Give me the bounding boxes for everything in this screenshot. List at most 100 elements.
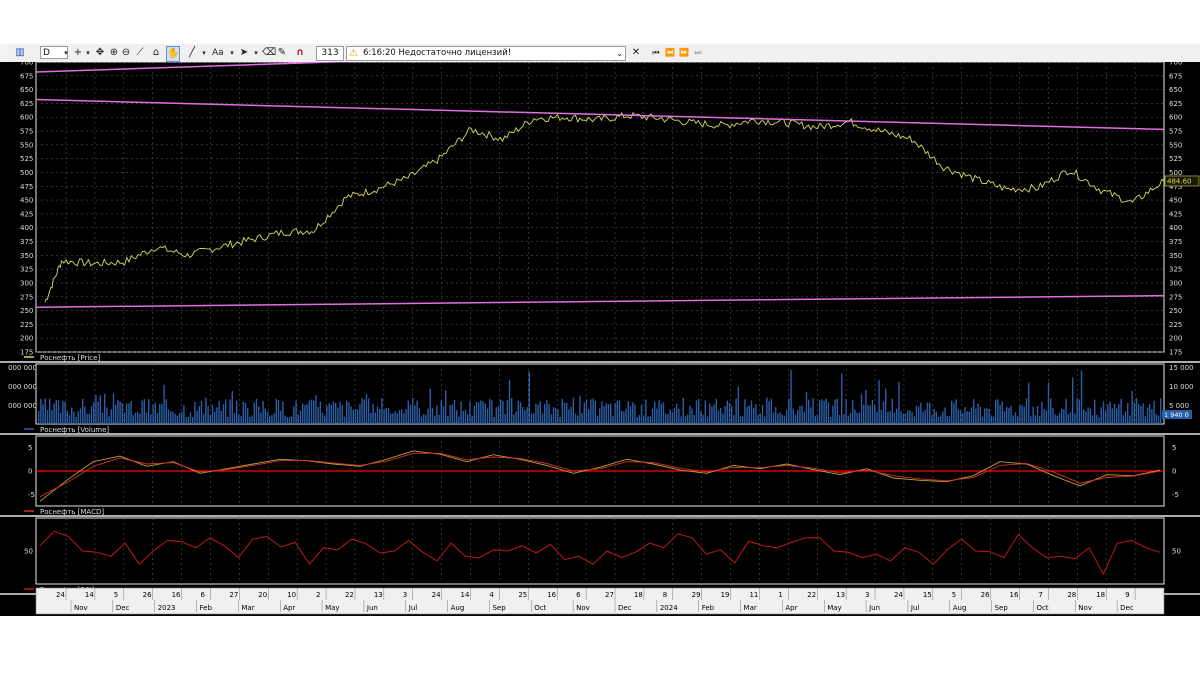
volume-bar [1091, 415, 1094, 424]
volume-bar [698, 398, 700, 424]
volume-bar [775, 407, 777, 424]
price-axis-tick-right: 450 [1169, 197, 1182, 205]
line-tool-icon[interactable]: ╱ [186, 46, 198, 60]
volume-bar [453, 399, 456, 424]
volume-bar [218, 400, 220, 424]
paint-icon[interactable]: ✎ [276, 46, 288, 60]
volume-bar [253, 402, 255, 424]
chevron-down-icon[interactable]: ▾ [198, 46, 210, 60]
volume-bar [709, 403, 711, 424]
volume-bar [326, 406, 328, 424]
volume-bar [621, 410, 623, 424]
chevron-down-icon[interactable]: ▾ [226, 46, 238, 60]
volume-bar [192, 417, 194, 424]
date-axis-month-label: Oct [534, 604, 546, 612]
volume-bar [57, 400, 60, 424]
volume-bar [533, 413, 535, 424]
volume-bar [467, 414, 469, 424]
chevron-down-icon[interactable]: ▾ [250, 46, 262, 60]
warning-icon: ⚠ [349, 48, 358, 59]
volume-bar [1076, 397, 1078, 424]
volume-bar [1096, 414, 1098, 424]
volume-bar [871, 399, 874, 424]
date-axis-month-label: Nov [1078, 604, 1092, 612]
magnet-icon[interactable]: ∩ [294, 46, 306, 60]
volume-bar [293, 406, 295, 424]
eraser-icon[interactable]: ⌫ [262, 46, 276, 60]
volume-bar [750, 400, 753, 424]
volume-bar [205, 397, 207, 424]
date-axis-month-label: Oct [1036, 604, 1048, 612]
volume-bar [165, 399, 167, 424]
volume-bar [781, 414, 783, 424]
volume-bar [656, 408, 658, 424]
date-axis-day-label: 29 [692, 591, 701, 599]
close-icon[interactable]: ✕ [630, 46, 642, 60]
volume-bar [574, 413, 577, 424]
volume-bar [495, 407, 497, 424]
cursor-icon[interactable]: ➤ [238, 46, 250, 60]
go-last-icon[interactable]: ⏭ [692, 46, 704, 60]
volume-bar [148, 399, 150, 424]
bar-count-input[interactable]: 313 [316, 46, 344, 61]
volume-bar [264, 408, 266, 424]
date-axis-day-label: 13 [836, 591, 845, 599]
volume-legend-label: Роснефть [Volume] [40, 426, 109, 434]
volume-bar [717, 410, 720, 424]
volume-bar [570, 406, 572, 424]
volume-bar [632, 402, 634, 424]
volume-bar [207, 406, 209, 424]
volume-bar [49, 398, 51, 424]
lock-icon[interactable]: ⌂ [150, 46, 162, 60]
move-icon[interactable]: ✥ [94, 46, 106, 60]
price-axis-tick-left: 625 [20, 100, 33, 108]
volume-bar [559, 416, 561, 424]
volume-bar [130, 401, 132, 424]
ruler-icon[interactable]: ⟋ [134, 46, 146, 60]
volume-bar [315, 395, 317, 424]
volume-bar [929, 402, 931, 424]
bar-chart-icon[interactable]: ▥ [14, 46, 26, 60]
volume-bar [874, 404, 876, 424]
volume-bar [1054, 414, 1056, 424]
volume-bar [592, 398, 594, 424]
volume-bar [1094, 399, 1096, 424]
volume-bar [759, 413, 761, 424]
volume-bar [394, 411, 396, 424]
volume-bar [1021, 405, 1023, 424]
date-axis-month-label: Aug [451, 604, 465, 612]
volume-bar [691, 408, 693, 424]
step-forward-icon[interactable]: ⏩ [678, 46, 690, 60]
volume-bar [438, 414, 440, 424]
volume-bar [1041, 402, 1043, 424]
chevron-down-icon[interactable]: ⌄ [616, 47, 623, 60]
dropdown-icon[interactable]: ▾ [82, 46, 94, 60]
volume-bar [104, 393, 106, 424]
go-first-icon[interactable]: ⏮ [650, 46, 662, 60]
step-back-icon[interactable]: ⏪ [664, 46, 676, 60]
message-field[interactable]: ⚠ 6:16:20 Недостаточно лицензий! ⌄ [346, 46, 626, 61]
volume-bar [416, 400, 418, 424]
volume-bar [924, 409, 926, 424]
volume-bar [909, 410, 911, 424]
zoom-in-icon[interactable]: ⊕ [108, 46, 120, 60]
date-axis-day-label: 5 [952, 591, 956, 599]
volume-bar [341, 404, 343, 424]
zoom-out-icon[interactable]: ⊖ [120, 46, 132, 60]
date-axis-month-label: Sep [492, 604, 506, 612]
volume-bar [172, 411, 174, 424]
volume-bar [258, 406, 260, 424]
text-tool-button[interactable]: Aa [212, 46, 224, 60]
volume-bar [1014, 412, 1017, 424]
volume-bar [786, 410, 788, 424]
volume-bar [183, 405, 185, 424]
date-axis-day-label: 19 [721, 591, 730, 599]
volume-bar [555, 407, 557, 424]
volume-bar [581, 413, 583, 424]
hand-icon[interactable]: ✋ [166, 46, 180, 62]
price-axis-tick-right: 550 [1169, 141, 1182, 149]
date-axis-month-label: Feb [200, 604, 213, 612]
chevron-down-icon[interactable]: ▾ [60, 46, 72, 60]
volume-bar [304, 405, 306, 424]
volume-bar [513, 414, 515, 424]
